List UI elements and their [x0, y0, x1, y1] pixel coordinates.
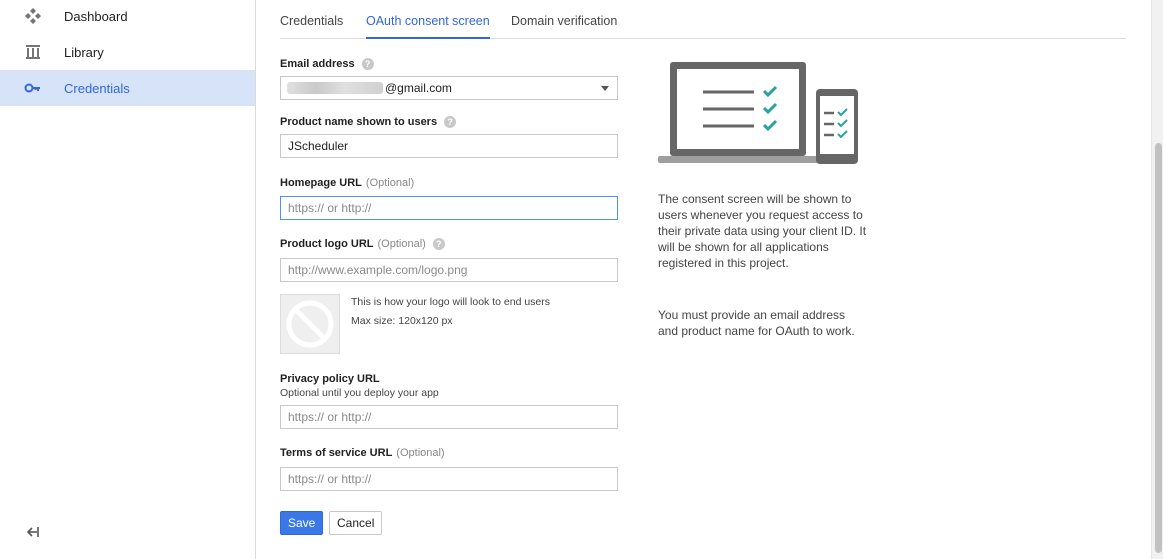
scrollbar[interactable] — [1151, 0, 1163, 559]
email-label: Email address ? — [280, 58, 374, 70]
save-button[interactable]: Save — [280, 511, 324, 535]
terms-label: Terms of service URL (Optional) — [280, 447, 445, 459]
cancel-button[interactable]: Cancel — [329, 511, 383, 535]
logo-preview-text: This is how your logo will look to end u… — [351, 296, 551, 308]
sidebar-item-label: Credentials — [64, 80, 130, 96]
logo-url-field[interactable] — [280, 258, 618, 282]
help-icon[interactable]: ? — [361, 58, 374, 70]
sidebar-item-library[interactable]: Library — [0, 34, 255, 70]
main-content: Credentials OAuth consent screen Domain … — [256, 0, 1151, 559]
tab-oauth-consent-screen[interactable]: OAuth consent screen — [366, 14, 490, 39]
redacted-email — [287, 82, 383, 94]
help-icon[interactable]: ? — [432, 238, 445, 250]
logo-preview — [280, 294, 340, 354]
sidebar-item-dashboard[interactable]: Dashboard — [0, 0, 255, 34]
product-name-label: Product name shown to users ? — [280, 116, 457, 128]
tab-domain-verification[interactable]: Domain verification — [511, 14, 617, 39]
product-name-field[interactable] — [280, 134, 618, 158]
consent-requirement-note: You must provide an email address and pr… — [658, 308, 855, 338]
no-image-icon — [286, 300, 334, 348]
help-icon[interactable]: ? — [444, 116, 457, 128]
logo-max-size: Max size: 120x120 px — [351, 315, 453, 327]
sidebar-item-credentials[interactable]: Credentials — [0, 70, 255, 106]
tab-bar: Credentials OAuth consent screen Domain … — [280, 0, 1126, 39]
privacy-sub: Optional until you deploy your app — [280, 387, 439, 399]
scrollbar-thumb[interactable] — [1155, 143, 1162, 553]
sidebar: Dashboard Library Credentials — [0, 0, 256, 559]
privacy-url-field[interactable] — [280, 405, 618, 429]
library-icon — [26, 45, 40, 59]
dashboard-icon — [25, 8, 41, 24]
consent-illustration — [658, 62, 858, 164]
homepage-url-field[interactable] — [280, 196, 618, 220]
sidebar-item-label: Dashboard — [64, 8, 128, 24]
chevron-down-icon — [601, 86, 609, 91]
consent-description: The consent screen will be shown to user… — [658, 192, 867, 270]
homepage-label: Homepage URL (Optional) — [280, 177, 415, 189]
privacy-label: Privacy policy URL — [280, 373, 380, 385]
key-icon — [24, 83, 40, 93]
email-select[interactable]: @gmail.com — [280, 76, 618, 100]
collapse-sidebar-icon[interactable] — [24, 524, 40, 540]
sidebar-item-label: Library — [64, 44, 104, 60]
logo-url-label: Product logo URL (Optional) ? — [280, 238, 445, 250]
terms-url-field[interactable] — [280, 467, 618, 491]
tab-credentials[interactable]: Credentials — [280, 14, 343, 39]
